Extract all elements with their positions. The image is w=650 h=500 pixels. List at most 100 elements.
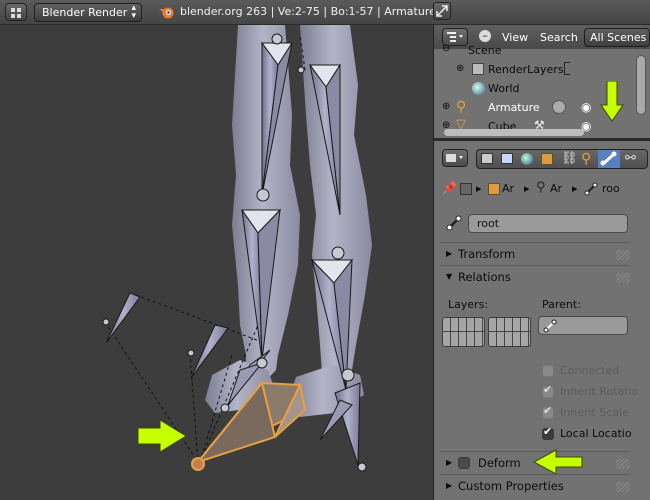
tree-item-scene[interactable]: ⊖ Scene	[434, 41, 634, 60]
tree-item-label: Armature	[488, 101, 540, 114]
tree-item-label: World	[488, 82, 520, 95]
pin-icon[interactable]: 📌	[442, 181, 457, 195]
transform-panel-header[interactable]: ▶ Transform	[440, 244, 630, 264]
bone-layers-grid[interactable]	[442, 317, 534, 347]
bone-icon	[600, 151, 617, 166]
relations-panel-header[interactable]: ▼ Relations	[440, 267, 630, 287]
panel-divider	[440, 474, 630, 475]
armature-icon: ⚲	[536, 180, 546, 195]
object-cube-icon[interactable]	[541, 153, 553, 165]
properties-content: 📌 ▸ Ar ▸ ⚲ Ar ▸ roo root ▶ Transform ▼ R…	[434, 175, 650, 500]
panel-drag-grip[interactable]	[616, 459, 630, 469]
render-layers-tab-icon[interactable]	[501, 153, 513, 164]
constraints-link-icon[interactable]: ⛓	[561, 151, 578, 166]
panel-title: Transform	[458, 247, 516, 261]
panel-title: Relations	[458, 270, 511, 284]
grid-icon	[11, 8, 21, 18]
parent-label: Parent:	[542, 298, 581, 311]
layer-row-divider	[488, 331, 531, 332]
armature-data-tab-icon[interactable]: ⚲	[581, 151, 591, 167]
breadcrumb-sep: ▸	[572, 182, 578, 195]
panel-divider	[440, 265, 630, 266]
parent-bone-field[interactable]	[538, 316, 628, 335]
tree-item-label: RenderLayers	[488, 63, 564, 76]
collapsed-triangle-icon: ▶	[446, 458, 453, 467]
root-bone-head[interactable]	[191, 457, 205, 471]
tree-item-renderlayers[interactable]: ⊕ RenderLayers	[434, 60, 634, 79]
expanded-triangle-icon: ▼	[446, 272, 453, 281]
armature-data-icon	[552, 100, 566, 114]
render-camera-icon[interactable]	[481, 153, 493, 164]
layer-row-divider	[442, 331, 485, 332]
bone-tab-active[interactable]	[598, 150, 620, 168]
render-engine-label: Blender Render	[42, 6, 128, 19]
breadcrumb-object: Ar	[502, 182, 515, 195]
outliner-scrollbar[interactable]	[636, 55, 646, 115]
eye-icon[interactable]: ◉	[581, 100, 591, 114]
ik-target-bones	[105, 292, 229, 379]
bone-name-value: root	[477, 217, 500, 230]
world-tab-icon[interactable]	[521, 153, 533, 165]
updown-arrows-icon: ▴ ▾	[131, 3, 136, 21]
annotation-arrow-left-icon	[532, 449, 583, 475]
bone-icon	[584, 182, 598, 196]
outliner-hscrollbar[interactable]	[444, 129, 584, 136]
render-layers-icon	[472, 63, 484, 75]
render-engine-select[interactable]: Blender Render ▴ ▾	[34, 3, 142, 22]
context-tabs: ⛓ ⚲ ⚯	[476, 149, 648, 169]
3d-viewport[interactable]	[0, 25, 433, 500]
layer-buttons-right[interactable]	[488, 317, 531, 347]
expand-toggle[interactable]: ⊕	[456, 63, 464, 74]
properties-editor-type-button[interactable]	[442, 149, 468, 167]
checkmark-icon: ✔	[543, 425, 553, 438]
breadcrumb-sep: ▸	[524, 182, 530, 195]
bone-icon	[543, 319, 557, 333]
armature-icon: ⚲	[456, 99, 467, 115]
scene-icon	[460, 183, 472, 195]
deform-checkbox[interactable]	[458, 457, 470, 469]
breadcrumb-bone: roo	[602, 182, 620, 195]
editor-type-button[interactable]	[5, 3, 27, 21]
properties-header: ⛓ ⚲ ⚯	[434, 81, 650, 175]
editor-split-line[interactable]	[433, 25, 434, 500]
connected-checkbox[interactable]	[542, 365, 554, 377]
layers-label: Layers:	[448, 298, 489, 311]
panel-title: Custom Properties	[458, 479, 564, 493]
collapsed-triangle-icon: ▶	[446, 481, 453, 490]
inherit-scale-label: Inherit Scale	[560, 406, 629, 419]
info-header: Blender Render ▴ ▾ blender.org 263 | Ve:2…	[0, 0, 650, 25]
annotation-arrow-icon	[137, 419, 187, 453]
breadcrumb-sep: ▸	[476, 182, 482, 195]
checkmark-icon: ✔	[543, 404, 553, 417]
right-panel: – View Search All Scenes ⊖ Scene ⊕ Rende…	[434, 25, 650, 500]
tree-item-label: Scene	[468, 44, 502, 57]
bone-name-field[interactable]: root	[468, 214, 628, 233]
breadcrumb-armature: Ar	[550, 182, 563, 195]
local-location-label: Local Locatio	[560, 427, 632, 440]
maximize-arrows-icon	[436, 5, 448, 17]
checkmark-icon: ✔	[543, 383, 553, 396]
fullscreen-button[interactable]	[433, 2, 451, 20]
breadcrumb: 📌 ▸ Ar ▸ ⚲ Ar ▸ roo	[442, 180, 642, 199]
panel-drag-grip[interactable]	[616, 482, 630, 492]
world-icon	[472, 82, 485, 95]
layer-buttons-left[interactable]	[442, 317, 485, 347]
panel-drag-grip[interactable]	[616, 250, 630, 260]
bone-constraints-icon[interactable]: ⚯	[625, 151, 636, 166]
bone-icon	[446, 215, 462, 231]
panel-drag-grip[interactable]	[616, 273, 630, 283]
viewport-scene	[102, 25, 372, 472]
collapsed-triangle-icon: ▶	[446, 249, 453, 258]
scene-stats: blender.org 263 | Ve:2-75 | Bo:1-57 | Ar…	[180, 5, 436, 18]
object-cube-icon	[488, 183, 500, 195]
inherit-rotation-label: Inherit Rotatio	[560, 385, 639, 398]
render-toggle-icon[interactable]	[564, 62, 570, 75]
properties-icon	[446, 154, 463, 162]
connected-label: Connected	[560, 364, 620, 377]
custom-properties-panel-header[interactable]: ▶ Custom Properties	[440, 476, 630, 496]
panel-divider	[440, 242, 630, 243]
expand-toggle[interactable]: ⊕	[442, 101, 450, 112]
collapse-toggle[interactable]: ⊖	[442, 43, 450, 54]
annotation-arrow-down-icon	[600, 81, 624, 122]
panel-title: Deform	[478, 456, 521, 470]
